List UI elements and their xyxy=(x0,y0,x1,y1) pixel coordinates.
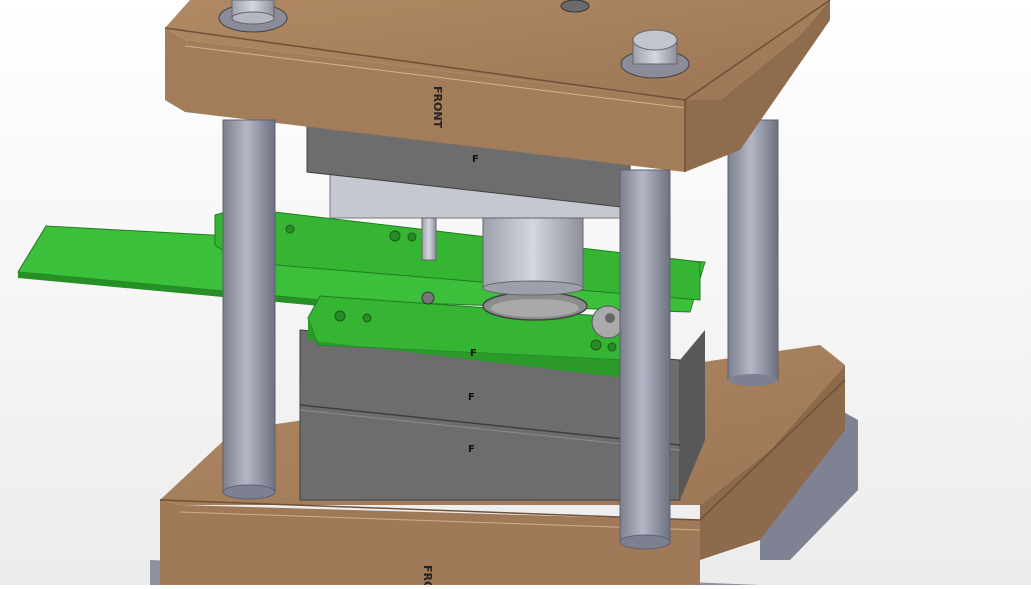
top-plate-front-label: FRONT xyxy=(431,86,444,129)
die-base-label: F xyxy=(468,444,475,455)
guide-pillar-front-left xyxy=(222,119,276,500)
bottom-plate-front-label: FRONT xyxy=(421,565,434,585)
die-block-label: F xyxy=(468,392,475,403)
cad-viewport[interactable]: FRONT F F F xyxy=(0,0,1031,589)
stripper-label: F xyxy=(470,348,477,359)
guide-pillar-front-right xyxy=(619,169,671,550)
shank-hole xyxy=(560,0,590,13)
guide-pillar-rear-right xyxy=(727,119,779,381)
punch-plate-label: F xyxy=(472,154,479,165)
